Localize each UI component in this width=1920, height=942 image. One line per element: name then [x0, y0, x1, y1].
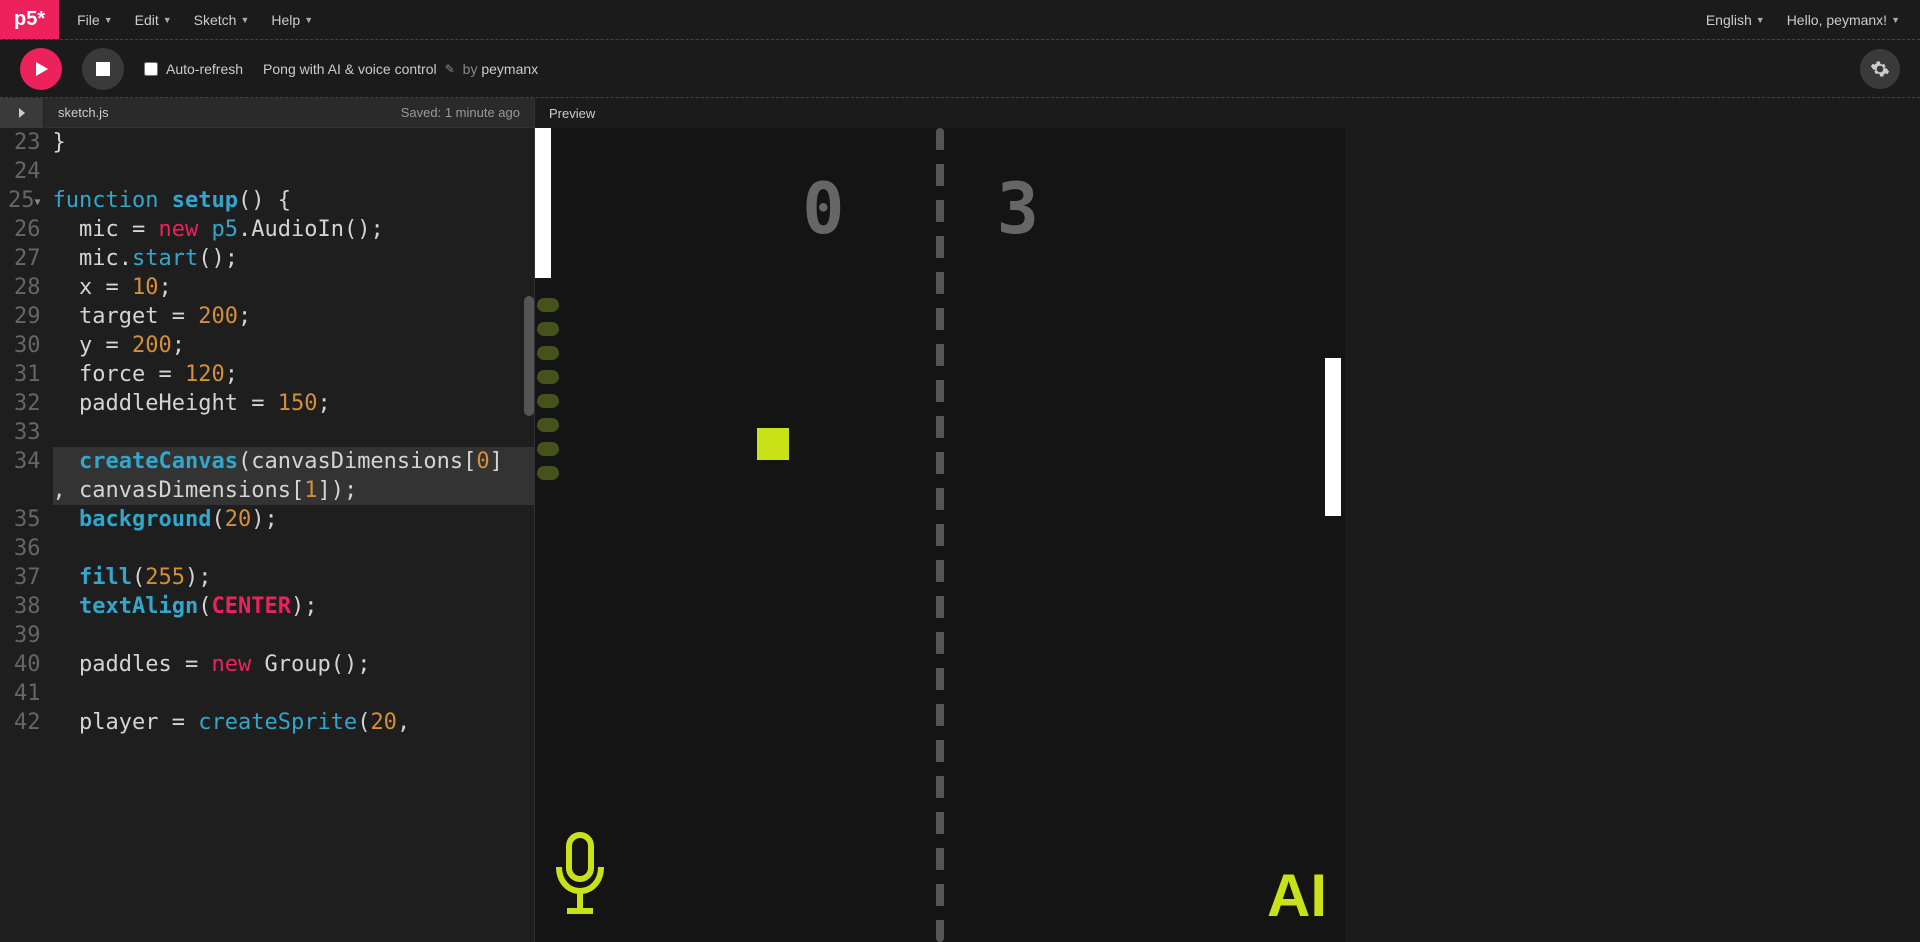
- chevron-down-icon: ▼: [1891, 15, 1900, 25]
- chevron-down-icon: ▼: [1756, 15, 1765, 25]
- ai-paddle: [1325, 358, 1341, 516]
- line-gutter: 232425▼262728293031323334353637383940414…: [0, 128, 49, 942]
- main-menu: File▼ Edit▼ Sketch▼ Help▼: [59, 0, 313, 39]
- gear-icon: [1870, 59, 1890, 79]
- pencil-icon[interactable]: ✎: [445, 62, 455, 76]
- settings-button[interactable]: [1860, 49, 1900, 89]
- sidebar-toggle[interactable]: [0, 98, 44, 128]
- play-button[interactable]: [20, 48, 62, 90]
- center-line: [936, 128, 944, 942]
- play-icon: [33, 61, 49, 77]
- menu-help[interactable]: Help▼: [271, 12, 313, 28]
- chevron-down-icon: ▼: [163, 15, 172, 25]
- sketch-title-text: Pong with AI & voice control: [263, 61, 437, 77]
- workspace: sketch.js Saved: 1 minute ago 232425▼262…: [0, 98, 1920, 942]
- chevron-down-icon: ▼: [240, 15, 249, 25]
- menu-file[interactable]: File▼: [77, 12, 112, 28]
- preview-header: Preview: [535, 98, 1920, 128]
- topbar: p5* File▼ Edit▼ Sketch▼ Help▼ English▼ H…: [0, 0, 1920, 40]
- preview-pane: Preview 0 3 AI: [535, 98, 1920, 942]
- topbar-right: English▼ Hello, peymanx!▼: [1706, 0, 1920, 39]
- editor-pane: sketch.js Saved: 1 minute ago 232425▼262…: [0, 98, 535, 942]
- language-switcher[interactable]: English▼: [1706, 12, 1765, 28]
- score-player: 0: [802, 168, 840, 250]
- editor-header: sketch.js Saved: 1 minute ago: [0, 98, 534, 128]
- sketch-title: Pong with AI & voice control ✎ by peyman…: [263, 61, 538, 77]
- chevron-right-icon: [16, 107, 28, 119]
- ball: [757, 428, 789, 460]
- stop-button[interactable]: [82, 48, 124, 90]
- auto-refresh-label: Auto-refresh: [166, 61, 243, 77]
- code-editor[interactable]: 232425▼262728293031323334353637383940414…: [0, 128, 534, 942]
- saved-status: Saved: 1 minute ago: [401, 105, 534, 120]
- file-tab[interactable]: sketch.js: [44, 105, 123, 120]
- menu-edit[interactable]: Edit▼: [135, 12, 172, 28]
- menu-sketch[interactable]: Sketch▼: [194, 12, 250, 28]
- chevron-down-icon: ▼: [304, 15, 313, 25]
- auto-refresh-checkbox[interactable]: [144, 62, 158, 76]
- player-paddle: [535, 128, 551, 278]
- user-menu[interactable]: Hello, peymanx!▼: [1787, 12, 1900, 28]
- ai-label: AI: [1267, 861, 1327, 930]
- auto-refresh-toggle[interactable]: Auto-refresh: [144, 61, 243, 77]
- preview-canvas[interactable]: 0 3 AI: [535, 128, 1345, 942]
- scrollbar-thumb[interactable]: [524, 296, 534, 416]
- volume-bars: [537, 298, 559, 480]
- stop-icon: [96, 62, 110, 76]
- code-content[interactable]: }function setup() { mic = new p5.AudioIn…: [49, 128, 534, 942]
- chevron-down-icon: ▼: [104, 15, 113, 25]
- toolbar: Auto-refresh Pong with AI & voice contro…: [0, 40, 1920, 98]
- score-ai: 3: [997, 168, 1035, 250]
- sketch-by: by peymanx: [463, 61, 539, 77]
- logo[interactable]: p5*: [0, 0, 59, 39]
- microphone-icon: [549, 831, 611, 922]
- author-link[interactable]: peymanx: [481, 61, 538, 77]
